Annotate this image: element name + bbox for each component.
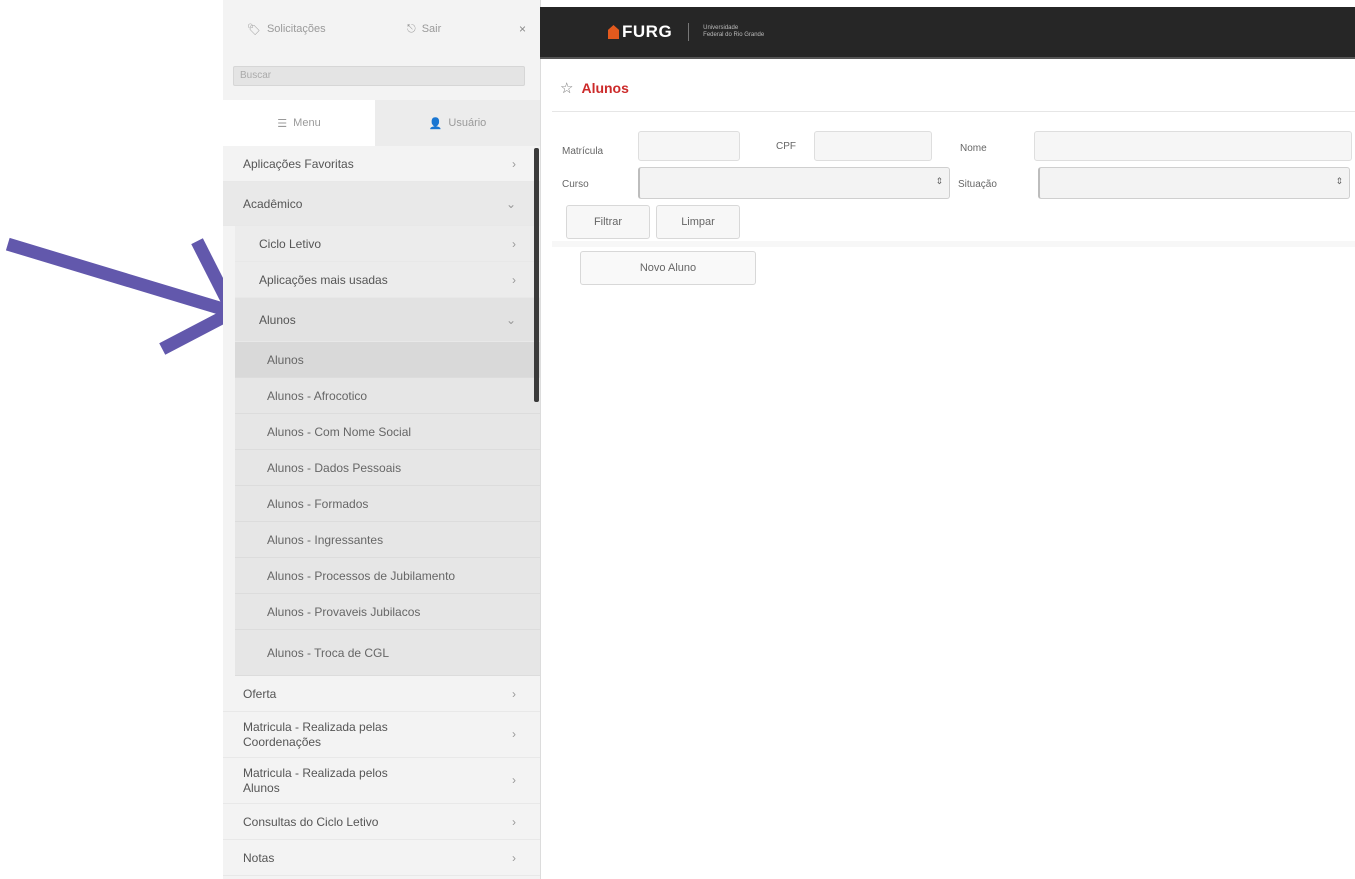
chevron-right-icon: › — [512, 727, 516, 741]
curso-select[interactable]: ⇕ — [638, 167, 950, 199]
logo-divider — [688, 23, 690, 41]
menu-leaf-alunos-afrocotico[interactable]: Alunos - Afrocotico — [235, 378, 540, 414]
menu-item-label: Acadêmico — [243, 196, 303, 211]
menu-leaf-alunos-provaveis-jubilados[interactable]: Alunos - Provaveis Jubilacos — [235, 594, 540, 630]
situacao-select[interactable]: ⇕ — [1038, 167, 1350, 199]
chevron-right-icon: › — [512, 156, 516, 171]
exit-link[interactable]: ⎋ Sair — [377, 23, 497, 36]
menu-item-label: Consultas do Ciclo Letivo — [243, 814, 379, 829]
filter-button[interactable]: Filtrar — [566, 205, 650, 239]
sidebar-menu: Aplicações Favoritas › Acadêmico ⌄ Ciclo… — [223, 146, 540, 876]
requests-link[interactable]: 🏷 Solicitações — [247, 23, 377, 36]
nome-input[interactable] — [1034, 131, 1352, 161]
sidebar-scrollbar[interactable] — [534, 148, 539, 402]
menu-item-favoritos[interactable]: Aplicações Favoritas › — [223, 146, 540, 182]
clear-button[interactable]: Limpar — [656, 205, 740, 239]
annotation-arrow-icon — [5, 237, 242, 355]
sidebar-tabs: ☰ Menu 👤 Usuário — [223, 100, 540, 146]
menu-leaf-alunos-troca-cgl[interactable]: Alunos - Troca de CGL — [235, 630, 540, 676]
curso-label: Curso — [562, 179, 589, 190]
nome-label: Nome — [960, 143, 987, 154]
title-divider — [552, 111, 1355, 112]
menu-item-academico[interactable]: Acadêmico ⌄ — [223, 182, 540, 226]
user-icon: 👤 — [428, 117, 443, 130]
menu-item-label: Aplicações mais usadas — [259, 272, 388, 287]
cpf-label: CPF — [776, 141, 796, 152]
academico-submenu: Ciclo Letivo › Aplicações mais usadas › … — [235, 226, 540, 676]
logo-text: FURG — [622, 22, 673, 41]
menu-item-consultas[interactable]: Consultas do Ciclo Letivo › — [223, 804, 540, 840]
chevron-right-icon: › — [512, 272, 516, 287]
select-arrows-icon: ⇕ — [1335, 176, 1343, 186]
exit-label: Sair — [421, 23, 442, 35]
star-icon[interactable]: ☆ — [560, 79, 573, 97]
top-header: FURG Universidade Federal do Rio Grande — [540, 7, 1355, 59]
requests-label: Solicitações — [266, 23, 326, 35]
menu-item-label: Ciclo Letivo — [259, 236, 322, 251]
matricula-label: Matrícula — [562, 146, 604, 157]
section-divider — [552, 241, 1355, 247]
menu-leaf-alunos-ingressantes[interactable]: Alunos - Ingressantes — [235, 522, 540, 558]
tab-menu[interactable]: ☰ Menu — [223, 100, 375, 146]
close-icon[interactable]: × — [519, 22, 528, 36]
new-student-button[interactable]: Novo Aluno — [580, 251, 756, 285]
chevron-right-icon: › — [512, 773, 516, 787]
page-title-row: ☆ Alunos — [560, 79, 629, 97]
menu-item-label: Alunos — [259, 312, 296, 327]
menu-item-ciclo-letivo[interactable]: Ciclo Letivo › — [235, 226, 540, 262]
tag-icon: 🏷 — [247, 23, 261, 36]
menu-item-label: Aplicações Favoritas — [243, 156, 354, 171]
sidebar: 🏷 Solicitações ⎋ Sair × Buscar ☰ Menu 👤 … — [223, 0, 541, 879]
menu-leaf-alunos-dados-pessoais[interactable]: Alunos - Dados Pessoais — [235, 450, 540, 486]
menu-item-matricula-alunos[interactable]: Matricula - Realizada pelos Alunos › — [223, 758, 540, 804]
matricula-input[interactable] — [638, 131, 740, 161]
chevron-right-icon: › — [512, 850, 516, 865]
tab-usuario-label: Usuário — [448, 117, 487, 129]
select-arrows-icon: ⇕ — [935, 176, 943, 186]
menu-item-matricula-coordenacoes[interactable]: Matricula - Realizada pelas Coordenações… — [223, 712, 540, 758]
situacao-label: Situação — [958, 179, 997, 190]
chevron-right-icon: › — [512, 814, 516, 829]
menu-leaf-alunos-processos-jubilamento[interactable]: Alunos - Processos de Jubilamento — [235, 558, 540, 594]
list-icon: ☰ — [277, 117, 288, 130]
menu-leaf-alunos[interactable]: Alunos — [235, 342, 540, 378]
chevron-right-icon: › — [512, 236, 516, 251]
menu-item-mais-usadas[interactable]: Aplicações mais usadas › — [235, 262, 540, 298]
main-content: ☆ Alunos Matrícula CPF Nome Curso ⇕ Situ… — [540, 59, 1355, 879]
cpf-input[interactable] — [814, 131, 932, 161]
logo-subtitle-line2: Federal do Rio Grande — [703, 32, 765, 38]
menu-item-label: Matricula - Realizada pelas Coordenações — [243, 719, 388, 749]
page: 🏷 Solicitações ⎋ Sair × Buscar ☰ Menu 👤 … — [0, 0, 1355, 879]
menu-leaf-alunos-formados[interactable]: Alunos - Formados — [235, 486, 540, 522]
menu-item-label: Notas — [243, 850, 275, 865]
logo-subtitle: Universidade Federal do Rio Grande — [703, 25, 764, 39]
chevron-down-icon: ⌄ — [505, 312, 516, 327]
menu-item-notas[interactable]: Notas › — [223, 840, 540, 876]
menu-item-alunos-group[interactable]: Alunos ⌄ — [235, 298, 540, 342]
logo-subtitle-line1: Universidade — [703, 25, 739, 31]
furg-logo-icon — [608, 25, 619, 39]
menu-item-label: Matricula - Realizada pelos Alunos — [243, 765, 388, 795]
tab-menu-label: Menu — [293, 117, 321, 129]
chevron-right-icon: › — [512, 686, 516, 701]
chevron-down-icon: ⌄ — [505, 196, 516, 211]
sidebar-top-bar: 🏷 Solicitações ⎋ Sair × — [223, 0, 540, 58]
menu-item-label: Oferta — [243, 686, 277, 701]
menu-leaf-alunos-nome-social[interactable]: Alunos - Com Nome Social — [235, 414, 540, 450]
logout-icon: ⎋ — [407, 22, 416, 35]
menu-search-input[interactable]: Buscar — [233, 66, 525, 86]
tab-usuario[interactable]: 👤 Usuário — [375, 100, 540, 146]
page-title: Alunos — [581, 80, 629, 96]
menu-item-oferta[interactable]: Oferta › — [223, 676, 540, 712]
